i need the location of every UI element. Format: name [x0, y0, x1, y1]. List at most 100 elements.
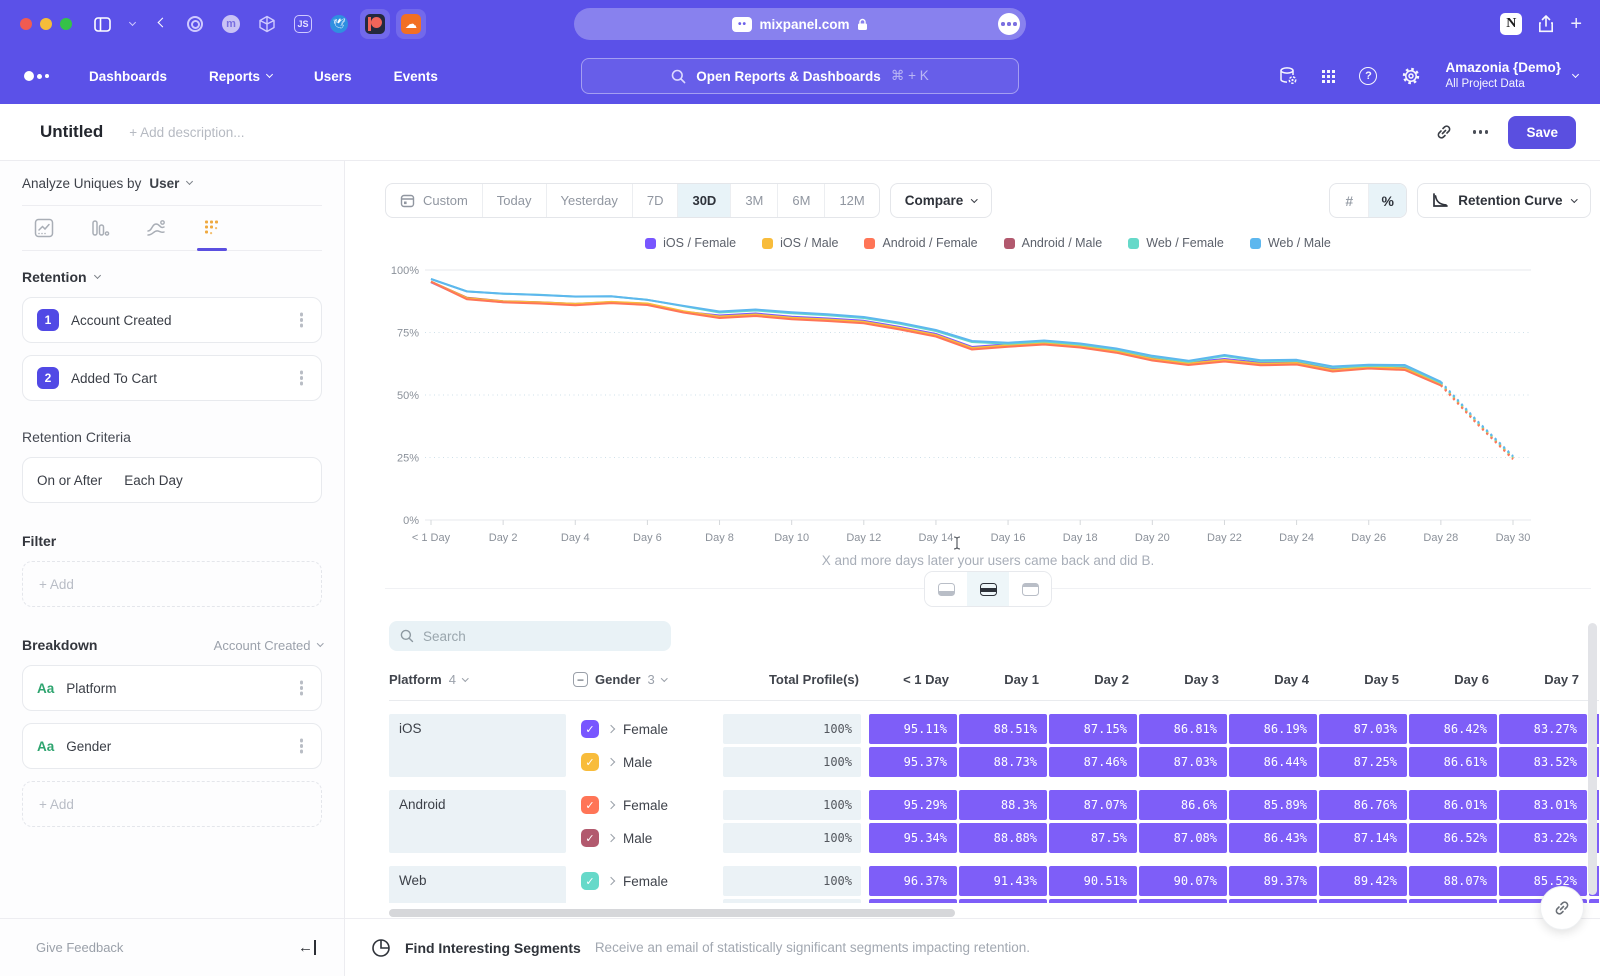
retention-value-cell[interactable]: 89.48% — [1319, 899, 1407, 903]
retention-value-cell[interactable]: 87.08% — [1139, 823, 1227, 853]
nav-dashboards[interactable]: Dashboards — [89, 69, 167, 84]
retention-value-cell[interactable]: 86.42% — [1409, 714, 1497, 744]
maximize-window-icon[interactable] — [60, 18, 72, 30]
help-icon[interactable]: ? — [1359, 67, 1377, 85]
gender-column-header[interactable]: − Gender 3 — [573, 672, 723, 687]
retention-value-cell[interactable]: 90.51% — [1049, 866, 1137, 896]
expand-row-icon[interactable] — [607, 877, 615, 885]
retention-value-cell[interactable]: 91.41% — [959, 899, 1047, 903]
more-options-icon[interactable] — [1479, 130, 1483, 134]
tab-flows[interactable] — [134, 206, 178, 250]
expand-row-icon[interactable] — [607, 758, 615, 766]
give-feedback-link[interactable]: Give Feedback — [36, 940, 123, 955]
compare-button[interactable]: Compare — [890, 183, 992, 218]
global-search-input[interactable]: Open Reports & Dashboards ⌘ + K — [581, 58, 1019, 94]
day-column-header[interactable]: Day 6 — [1409, 672, 1499, 687]
breakdown-platform[interactable]: Aa Platform — [22, 665, 322, 711]
retention-value-cell[interactable]: 95.29% — [869, 790, 957, 820]
gender-cell[interactable]: ✓Male — [573, 747, 723, 777]
sidebar-toggle-icon[interactable] — [90, 12, 114, 36]
range-today[interactable]: Today — [482, 184, 546, 217]
retention-chart[interactable]: 0%25%50%75%100%< 1 DayDay 2Day 4Day 6Day… — [385, 256, 1591, 553]
vertical-scrollbar[interactable] — [1588, 623, 1597, 895]
retention-value-cell[interactable]: 90.01% — [1139, 899, 1227, 903]
nav-reports[interactable]: Reports — [209, 69, 272, 84]
save-button[interactable]: Save — [1508, 116, 1576, 149]
table-only-view-icon[interactable] — [1009, 572, 1051, 606]
select-all-checkbox[interactable]: − — [573, 672, 588, 687]
range-yesterday[interactable]: Yesterday — [546, 184, 632, 217]
range-custom[interactable]: Custom — [386, 184, 482, 217]
legend-item[interactable]: iOS / Male — [762, 236, 838, 250]
platform-cell[interactable]: Android — [389, 790, 566, 853]
row-checkbox[interactable]: ✓ — [581, 796, 599, 814]
breakdown-gender[interactable]: Aa Gender — [22, 723, 322, 769]
platform-column-header[interactable]: Platform 4 — [389, 672, 573, 687]
retention-value-cell[interactable]: 87.14% — [1319, 823, 1407, 853]
gender-cell[interactable]: ✓Male — [573, 823, 723, 853]
legend-item[interactable]: Android / Male — [1004, 236, 1103, 250]
day-column-header[interactable]: Day 4 — [1229, 672, 1319, 687]
percent-toggle[interactable]: % — [1368, 184, 1406, 217]
kebab-menu-icon[interactable] — [300, 376, 304, 380]
window-controls[interactable] — [20, 18, 72, 30]
retention-value-cell[interactable]: 88.88% — [959, 823, 1047, 853]
data-management-icon[interactable] — [1278, 66, 1298, 86]
target-icon[interactable] — [180, 9, 210, 39]
day-column-header[interactable]: Day 2 — [1049, 672, 1139, 687]
bird-icon[interactable]: 🕊 — [324, 9, 354, 39]
collapse-sidebar-icon[interactable]: ← — [298, 940, 316, 955]
legend-item[interactable]: Web / Male — [1250, 236, 1331, 250]
retention-value-cell[interactable]: 87.25% — [1319, 747, 1407, 777]
split-view-icon[interactable] — [967, 572, 1009, 606]
platform-cell[interactable]: iOS — [389, 714, 566, 777]
chevron-down-icon[interactable] — [120, 12, 144, 36]
count-toggle[interactable]: # — [1330, 184, 1368, 217]
retention-value-cell[interactable]: 95.11% — [869, 714, 957, 744]
retention-value-cell[interactable]: 87.07% — [1049, 790, 1137, 820]
day-column-header[interactable]: Day 1 — [959, 672, 1049, 687]
retention-value-cell[interactable]: 89.42% — [1319, 866, 1407, 896]
report-title[interactable]: Untitled — [40, 122, 103, 142]
range-12m[interactable]: 12M — [824, 184, 878, 217]
table-search-input[interactable]: Search — [389, 621, 671, 651]
chart-only-view-icon[interactable] — [925, 572, 967, 606]
analyze-value-dropdown[interactable]: User — [149, 176, 179, 191]
retention-step-2[interactable]: 2 Added To Cart — [22, 355, 322, 401]
total-profiles-column-header[interactable]: Total Profile(s) — [723, 672, 869, 687]
retention-value-cell[interactable]: 96.24% — [869, 899, 957, 903]
expand-row-icon[interactable] — [607, 834, 615, 842]
range-7d[interactable]: 7D — [632, 184, 678, 217]
notion-extension-icon[interactable]: N — [1500, 13, 1522, 35]
expand-row-icon[interactable] — [607, 801, 615, 809]
expand-row-icon[interactable] — [607, 725, 615, 733]
platform-cell[interactable]: Web — [389, 866, 566, 903]
js-icon[interactable]: JS — [288, 9, 318, 39]
retention-value-cell[interactable]: 86.52% — [1409, 823, 1497, 853]
patreon-icon[interactable] — [360, 9, 390, 39]
nav-events[interactable]: Events — [394, 69, 438, 84]
address-bar[interactable]: •• mixpanel.com — [574, 8, 1026, 40]
retention-value-cell[interactable]: 86.6% — [1139, 790, 1227, 820]
retention-value-cell[interactable]: 89.37% — [1229, 866, 1317, 896]
retention-value-cell[interactable]: 87.5% — [1049, 823, 1137, 853]
legend-item[interactable]: Android / Female — [864, 236, 977, 250]
mixpanel-logo-icon[interactable] — [24, 71, 49, 81]
retention-value-cell[interactable]: 87.46% — [1049, 747, 1137, 777]
retention-value-cell[interactable]: 86.81% — [1139, 714, 1227, 744]
row-checkbox[interactable]: ✓ — [581, 720, 599, 738]
day-column-header[interactable]: Day 5 — [1319, 672, 1409, 687]
retention-value-cell[interactable]: 83.22% — [1499, 823, 1587, 853]
retention-value-cell[interactable]: 83.27% — [1499, 714, 1587, 744]
chart-type-dropdown[interactable]: Retention Curve — [1417, 183, 1591, 218]
cube-icon[interactable] — [252, 9, 282, 39]
settings-gear-icon[interactable] — [1401, 66, 1421, 86]
retention-value-cell[interactable]: 88.73% — [959, 747, 1047, 777]
retention-value-cell[interactable]: 91.43% — [959, 866, 1047, 896]
retention-value-cell[interactable]: 87.15% — [1049, 714, 1137, 744]
segments-title[interactable]: Find Interesting Segments — [405, 940, 581, 956]
add-breakdown-button[interactable]: + Add — [22, 781, 322, 827]
soundcloud-icon[interactable]: ☁ — [396, 9, 426, 39]
retention-value-cell[interactable]: 86.19% — [1229, 714, 1317, 744]
retention-value-cell[interactable]: 86.76% — [1319, 790, 1407, 820]
